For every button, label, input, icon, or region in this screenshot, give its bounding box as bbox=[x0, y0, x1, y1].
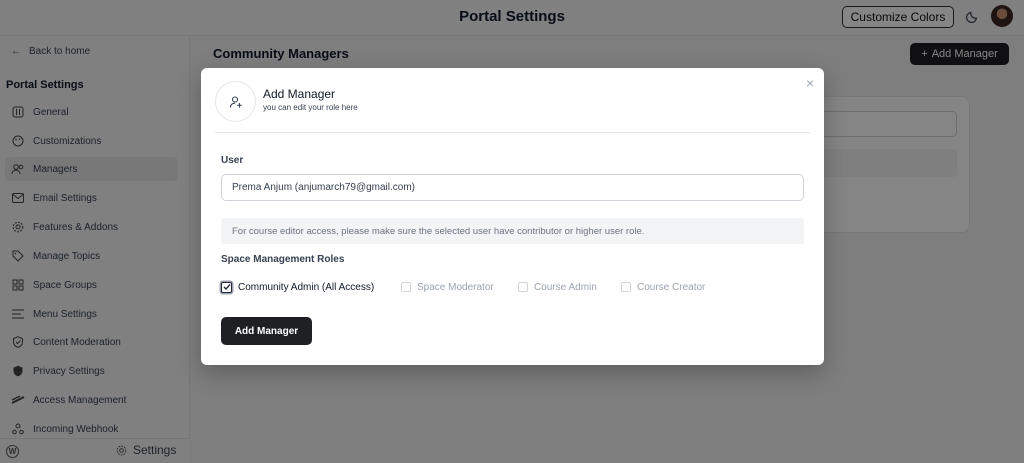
role-course-admin[interactable]: Course Admin bbox=[518, 280, 597, 294]
role-label: Community Admin (All Access) bbox=[238, 281, 375, 293]
divider bbox=[215, 132, 810, 133]
info-notice: For course editor access, please make su… bbox=[221, 218, 804, 244]
close-icon[interactable]: × bbox=[806, 76, 814, 90]
user-field-label: User bbox=[221, 155, 244, 166]
role-community-admin[interactable]: Community Admin (All Access) bbox=[221, 280, 374, 294]
user-select[interactable]: Prema Anjum (anjumarch79@gmail.com) bbox=[221, 174, 804, 201]
add-manager-modal: × Add Manager you can edit your role her… bbox=[201, 68, 824, 365]
modal-subtitle: you can edit your role here bbox=[263, 103, 358, 112]
role-course-creator[interactable]: Course Creator bbox=[621, 280, 705, 294]
checkbox-checked[interactable] bbox=[221, 281, 232, 293]
roles-label: Space Management Roles bbox=[221, 254, 345, 265]
role-label: Space Moderator bbox=[417, 281, 494, 293]
role-label: Course Admin bbox=[534, 281, 597, 293]
role-space-moderator[interactable]: Space Moderator bbox=[401, 280, 494, 294]
add-manager-submit-button[interactable]: Add Manager bbox=[221, 317, 312, 345]
modal-title: Add Manager bbox=[263, 87, 336, 101]
checkbox[interactable] bbox=[621, 282, 631, 292]
check-icon bbox=[223, 284, 231, 291]
checkbox[interactable] bbox=[518, 282, 528, 292]
user-plus-icon bbox=[215, 81, 256, 122]
role-label: Course Creator bbox=[637, 281, 706, 293]
checkbox[interactable] bbox=[401, 282, 411, 292]
